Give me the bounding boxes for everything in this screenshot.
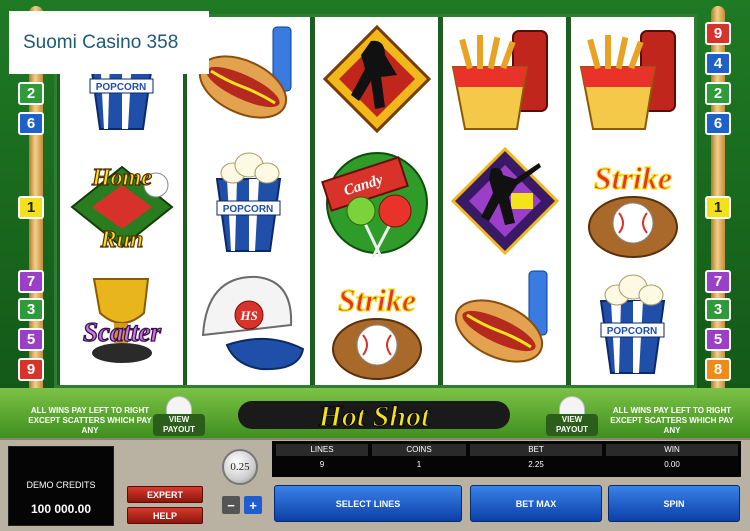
line-marker[interactable]: 6 <box>18 112 44 135</box>
line-marker[interactable]: 3 <box>705 298 731 321</box>
reel-5: Strike POPCORN <box>571 17 694 385</box>
expert-button[interactable]: EXPERT <box>127 486 203 503</box>
site-title: Suomi Casino 358 <box>23 31 179 53</box>
lines-field: LINES 9 <box>276 441 368 477</box>
popcorn-symbol: POPCORN <box>571 261 694 383</box>
credits-value: 100 000.00 <box>30 502 92 516</box>
coin-value-chip[interactable]: 0.25 <box>222 449 258 485</box>
fries-symbol <box>443 17 566 139</box>
view-payout-button-right[interactable]: VIEW PAYOUT <box>546 396 598 436</box>
line-marker[interactable]: 4 <box>705 52 731 75</box>
credits-label: DEMO CREDITS <box>26 480 96 490</box>
view-payout-button-left[interactable]: VIEW PAYOUT <box>153 396 205 436</box>
bet-field: BET 2.25 <box>470 441 602 477</box>
line-marker[interactable]: 3 <box>18 298 44 321</box>
line-marker[interactable]: 7 <box>18 270 44 293</box>
coin-decrease-button[interactable]: − <box>222 496 240 514</box>
lines-field-label: LINES <box>276 444 368 456</box>
line-marker[interactable]: 2 <box>705 82 731 105</box>
baseball-icon <box>166 396 192 414</box>
home-run-symbol: Home Run <box>60 139 183 261</box>
home-label: Home <box>91 165 152 191</box>
line-marker[interactable]: 8 <box>705 358 731 381</box>
fries-symbol <box>571 17 694 139</box>
help-button[interactable]: HELP <box>127 507 203 524</box>
candy-symbol: Candy <box>315 139 438 261</box>
coins-field-label: COINS <box>372 444 466 456</box>
scatter-symbol: Scatter <box>60 261 183 383</box>
spin-button[interactable]: SPIN <box>608 485 740 522</box>
view-payout-label: VIEW PAYOUT <box>153 414 205 436</box>
bet-field-value: 2.25 <box>528 460 544 469</box>
line-marker[interactable]: 5 <box>18 328 44 351</box>
baseball-cap-symbol: HS <box>187 261 310 383</box>
popcorn-symbol: POPCORN <box>187 139 310 261</box>
cap-logo-label: HS <box>239 308 257 323</box>
batter-symbol <box>443 139 566 261</box>
strike-label: Strike <box>594 160 672 196</box>
logo-text: Hot Shot <box>318 400 432 433</box>
pitcher-symbol <box>315 17 438 139</box>
select-lines-button[interactable]: SELECT LINES <box>274 485 462 522</box>
lines-field-value: 9 <box>319 460 325 469</box>
win-field-label: WIN <box>606 444 738 456</box>
line-marker[interactable]: 9 <box>705 22 731 45</box>
strike-label: Strike <box>338 282 416 318</box>
win-field-value: 0.00 <box>664 460 680 469</box>
coin-increase-button[interactable]: + <box>244 496 262 514</box>
coins-field: COINS 1 <box>372 441 466 477</box>
pay-rule-right: ALL WINS PAY LEFT TO RIGHT EXCEPT SCATTE… <box>610 406 734 435</box>
strike-symbol: Strike <box>571 139 694 261</box>
view-payout-label: VIEW PAYOUT <box>546 414 598 436</box>
line-marker[interactable]: 5 <box>705 328 731 351</box>
win-field: WIN 0.00 <box>606 441 738 477</box>
bet-max-button[interactable]: BET MAX <box>470 485 602 522</box>
coins-field-value: 1 <box>416 460 422 469</box>
scatter-label: Scatter <box>83 317 161 347</box>
line-marker[interactable]: 1 <box>18 196 44 219</box>
hotdog-symbol <box>443 261 566 383</box>
reel-4 <box>443 17 566 385</box>
reel-3: Candy Strike <box>315 17 438 385</box>
popcorn-label: POPCORN <box>607 326 658 337</box>
line-marker[interactable]: 2 <box>18 82 44 105</box>
popcorn-label: POPCORN <box>96 82 147 93</box>
line-marker[interactable]: 1 <box>705 196 731 219</box>
baseball-icon <box>559 396 585 414</box>
line-marker[interactable]: 6 <box>705 112 731 135</box>
line-marker[interactable]: 9 <box>18 358 44 381</box>
bet-field-label: BET <box>470 444 602 456</box>
site-title-badge: Suomi Casino 358 <box>9 11 209 74</box>
pay-rule-left: ALL WINS PAY LEFT TO RIGHT EXCEPT SCATTE… <box>28 406 152 435</box>
hot-shot-logo: Hot Shot <box>238 399 510 433</box>
strike-symbol: Strike <box>315 261 438 383</box>
game-screen: 2 6 1 7 3 5 9 9 4 2 6 1 7 3 5 8 POPCORN … <box>0 0 750 531</box>
line-marker[interactable]: 7 <box>705 270 731 293</box>
popcorn-label: POPCORN <box>223 204 274 215</box>
run-label: Run <box>100 227 144 253</box>
